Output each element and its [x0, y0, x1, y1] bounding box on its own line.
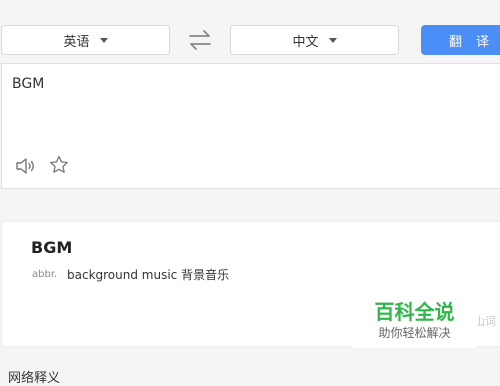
- source-text: BGM: [12, 76, 45, 92]
- target-language-select[interactable]: 中文: [230, 25, 399, 55]
- source-text-input[interactable]: BGM: [1, 63, 500, 189]
- watermark-subtitle: 助你轻松解决: [378, 326, 451, 340]
- speaker-icon[interactable]: [14, 154, 38, 178]
- source-language-select[interactable]: 英语: [1, 25, 170, 55]
- watermark-edge-text: 山词: [474, 315, 496, 328]
- translate-button[interactable]: 翻译: [421, 25, 500, 55]
- section-heading-partial: 网络释义: [8, 371, 61, 386]
- target-language-label: 中文: [292, 34, 319, 50]
- translate-button-label: 翻译: [449, 34, 500, 50]
- result-definition: background music 背景音乐: [67, 268, 230, 282]
- star-icon[interactable]: [48, 154, 70, 176]
- source-language-label: 英语: [63, 34, 90, 50]
- caret-down-icon: [99, 37, 108, 43]
- swap-arrows-icon[interactable]: [186, 29, 214, 51]
- watermark-logo: 百科全说 助你轻松解决: [352, 298, 477, 348]
- part-of-speech: abbr.: [32, 269, 58, 280]
- caret-down-icon: [328, 37, 337, 43]
- result-word: BGM: [31, 238, 73, 257]
- watermark-title: 百科全说: [374, 300, 455, 324]
